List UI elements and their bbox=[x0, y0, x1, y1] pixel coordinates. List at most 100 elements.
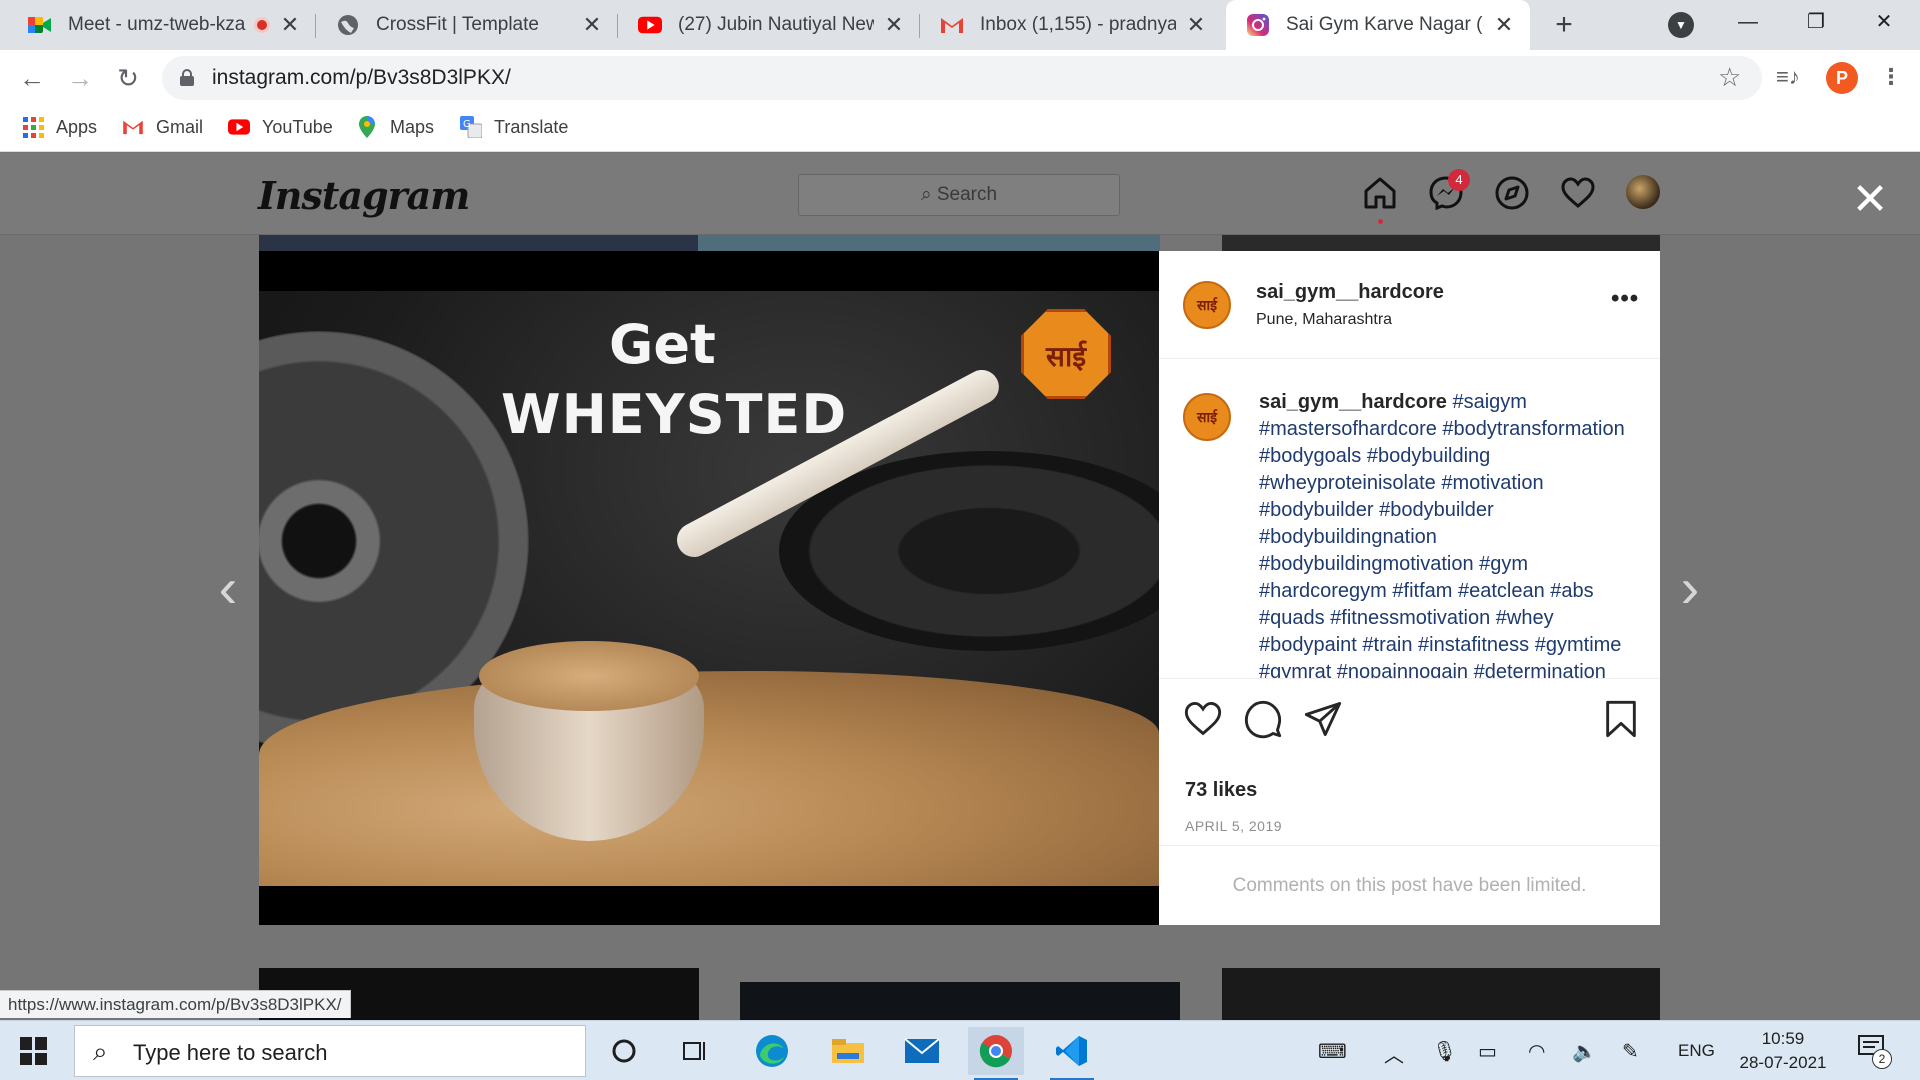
messages-badge: 4 bbox=[1448, 169, 1470, 191]
translate-icon: G bbox=[460, 116, 482, 138]
bookmark-gmail[interactable]: Gmail bbox=[122, 116, 203, 138]
bookmarks-bar: Apps Gmail YouTube Maps G Translate bbox=[0, 106, 1920, 152]
microphone-icon[interactable]: 🎙 bbox=[1432, 1039, 1457, 1064]
like-heart-icon[interactable] bbox=[1183, 699, 1223, 739]
volume-icon[interactable]: 🔈 bbox=[1572, 1039, 1597, 1064]
caption-username[interactable]: sai_gym__hardcore bbox=[1259, 391, 1447, 413]
next-post-chevron-icon[interactable]: › bbox=[1670, 560, 1710, 616]
chevron-up-icon[interactable]: ︿ bbox=[1384, 1039, 1404, 1068]
chrome-icon[interactable] bbox=[968, 1027, 1024, 1080]
bookmark-apps[interactable]: Apps bbox=[22, 116, 97, 138]
profile-avatar[interactable]: P bbox=[1826, 62, 1858, 94]
media-control-icon[interactable]: ≡♪ bbox=[1776, 64, 1800, 90]
clock-date: 28-07-2021 bbox=[1739, 1053, 1827, 1072]
previous-post-chevron-icon[interactable]: ‹ bbox=[208, 560, 248, 616]
apps-grid-icon bbox=[22, 116, 44, 138]
file-explorer-icon[interactable] bbox=[820, 1027, 876, 1075]
post-media[interactable]: Get WHEYSTED साई bbox=[259, 251, 1159, 925]
author-avatar[interactable]: साई bbox=[1183, 281, 1231, 329]
bookmark-star-icon[interactable]: ☆ bbox=[1718, 62, 1741, 93]
profile-avatar[interactable] bbox=[1626, 175, 1662, 211]
bookmark-translate[interactable]: G Translate bbox=[460, 116, 568, 138]
caption-hashtags[interactable]: #saigym #mastersofhardcore #bodytransfor… bbox=[1259, 391, 1625, 678]
post-location[interactable]: Pune, Maharashtra bbox=[1256, 311, 1392, 329]
close-tab-icon[interactable]: ✕ bbox=[1184, 13, 1208, 37]
vscode-icon[interactable] bbox=[1044, 1027, 1100, 1080]
tab-gmail[interactable]: Inbox (1,155) - pradnya.d ✕ bbox=[920, 0, 1222, 50]
system-clock[interactable]: 10:59 28-07-2021 bbox=[1728, 1027, 1838, 1075]
explore-compass-icon[interactable] bbox=[1494, 175, 1530, 211]
url-text: instagram.com/p/Bv3s8D3lPKX/ bbox=[212, 66, 511, 89]
background-post-thumbnail[interactable] bbox=[698, 235, 1160, 251]
close-tab-icon[interactable]: ✕ bbox=[278, 13, 302, 37]
caption-avatar[interactable]: साई bbox=[1183, 393, 1231, 441]
edge-browser-icon[interactable] bbox=[744, 1027, 800, 1075]
back-button[interactable]: ← bbox=[14, 60, 50, 96]
notifications-icon[interactable]: 2 bbox=[1858, 1035, 1892, 1069]
author-username[interactable]: sai_gym__hardcore bbox=[1256, 281, 1444, 304]
background-post-thumbnail[interactable] bbox=[1222, 235, 1660, 251]
close-tab-icon[interactable]: ✕ bbox=[882, 13, 906, 37]
comments-limited-notice: Comments on this post have been limited. bbox=[1159, 845, 1660, 925]
more-options-icon[interactable]: ••• bbox=[1611, 285, 1639, 313]
language-indicator[interactable]: ENG bbox=[1678, 1041, 1715, 1061]
keyboard-layout-icon[interactable]: ⌨ bbox=[1318, 1039, 1347, 1064]
cortana-icon[interactable] bbox=[596, 1027, 652, 1075]
post-actions bbox=[1159, 679, 1660, 769]
pen-icon[interactable]: ✎ bbox=[1622, 1039, 1639, 1064]
share-paper-plane-icon[interactable] bbox=[1303, 699, 1343, 739]
link-status-bar: https://www.instagram.com/p/Bv3s8D3lPKX/ bbox=[0, 990, 351, 1018]
bookmark-label: Translate bbox=[494, 116, 569, 137]
background-post-thumbnail[interactable] bbox=[740, 982, 1180, 1020]
instagram-search-input[interactable]: ⌕ Search bbox=[798, 174, 1120, 216]
clock-time: 10:59 bbox=[1761, 1029, 1805, 1048]
close-window-button[interactable]: ✕ bbox=[1854, 0, 1914, 44]
close-tab-icon[interactable]: ✕ bbox=[1492, 13, 1516, 37]
bookmark-maps[interactable]: Maps bbox=[356, 116, 434, 138]
tab-instagram[interactable]: Sai Gym Karve Nagar (@sa ✕ bbox=[1226, 0, 1530, 50]
taskbar-search-input[interactable]: ⌕ Type here to search bbox=[74, 1025, 586, 1077]
save-bookmark-icon[interactable] bbox=[1603, 699, 1643, 739]
tab-meet[interactable]: Meet - umz-tweb-kza ✕ bbox=[8, 0, 316, 50]
minimize-button[interactable]: — bbox=[1718, 0, 1778, 44]
new-tab-button[interactable]: + bbox=[1548, 10, 1580, 42]
bookmark-label: Maps bbox=[390, 116, 435, 137]
windows-start-icon[interactable] bbox=[20, 1037, 48, 1065]
tab-title: Meet - umz-tweb-kza bbox=[68, 14, 246, 35]
post-sidebar: साई sai_gym__hardcore Pune, Maharashtra … bbox=[1159, 251, 1660, 925]
close-modal-icon[interactable]: ✕ bbox=[1850, 178, 1890, 222]
globe-icon bbox=[336, 13, 360, 37]
background-post-thumbnail[interactable] bbox=[1222, 968, 1660, 1020]
background-post-thumbnail[interactable] bbox=[259, 235, 699, 251]
activity-heart-icon[interactable] bbox=[1560, 175, 1596, 211]
tab-youtube[interactable]: (27) Jubin Nautiyal New H ✕ bbox=[618, 0, 920, 50]
messenger-icon[interactable]: 4 bbox=[1428, 169, 1470, 211]
active-indicator bbox=[1378, 219, 1383, 224]
mail-icon[interactable] bbox=[894, 1027, 950, 1075]
notification-count: 2 bbox=[1872, 1049, 1892, 1069]
address-bar[interactable]: instagram.com/p/Bv3s8D3lPKX/ ☆ bbox=[162, 56, 1762, 100]
image-headline-wheysted: WHEYSTED bbox=[501, 383, 848, 446]
maps-pin-icon bbox=[356, 116, 378, 138]
forward-button[interactable]: → bbox=[62, 60, 98, 96]
task-view-icon[interactable] bbox=[668, 1027, 724, 1075]
tab-crossfit[interactable]: CrossFit | Template ✕ bbox=[316, 0, 618, 50]
reload-button[interactable]: ↻ bbox=[110, 60, 146, 96]
home-icon[interactable] bbox=[1362, 175, 1398, 224]
battery-icon[interactable]: ▭ bbox=[1478, 1039, 1497, 1064]
tab-title: (27) Jubin Nautiyal New H bbox=[678, 14, 874, 35]
post-header: साई sai_gym__hardcore Pune, Maharashtra … bbox=[1159, 251, 1660, 359]
tab-search-button[interactable]: ▼ bbox=[1668, 12, 1694, 38]
wifi-icon[interactable]: ◠ bbox=[1528, 1039, 1545, 1064]
windows-taskbar: ⌕ Type here to search ⌨ ︿ 🎙 ▭ ◠ 🔈 ✎ ENG … bbox=[0, 1020, 1920, 1080]
close-tab-icon[interactable]: ✕ bbox=[580, 13, 604, 37]
menu-icon[interactable]: ⋮ bbox=[1880, 64, 1902, 90]
caption-scroll-area[interactable]: साई sai_gym__hardcore #saigym #mastersof… bbox=[1159, 359, 1660, 679]
restore-button[interactable]: ❐ bbox=[1786, 0, 1846, 44]
comment-icon[interactable] bbox=[1243, 699, 1283, 739]
likes-count[interactable]: 73 likes bbox=[1185, 779, 1257, 802]
bookmark-youtube[interactable]: YouTube bbox=[228, 116, 333, 138]
instagram-logo[interactable]: Instagram bbox=[258, 173, 470, 218]
post-date[interactable]: APRIL 5, 2019 bbox=[1185, 818, 1282, 834]
instagram-icon bbox=[1246, 13, 1270, 37]
